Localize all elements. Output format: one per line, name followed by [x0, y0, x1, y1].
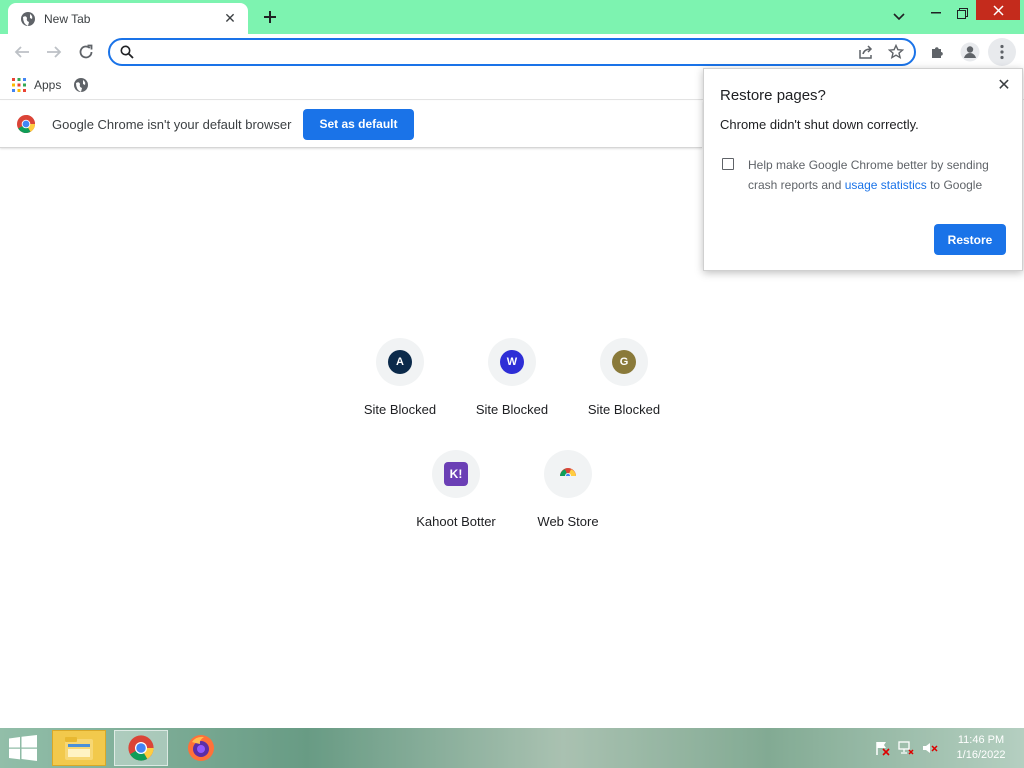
taskbar-clock[interactable]: 11:46 PM 1/16/2022: [950, 733, 1012, 763]
windows-logo-icon: [9, 735, 37, 761]
dialog-close-icon[interactable]: ✕: [994, 75, 1014, 95]
windows-taskbar: 11:46 PM 1/16/2022: [0, 728, 1024, 768]
address-bar[interactable]: [108, 38, 916, 66]
usage-statistics-link[interactable]: usage statistics: [845, 178, 927, 192]
address-input[interactable]: [142, 42, 854, 62]
shortcut-label: Site Blocked: [587, 402, 661, 417]
search-icon: [120, 45, 134, 59]
tab-title: New Tab: [44, 11, 91, 26]
minimize-icon: [931, 12, 941, 14]
avatar-icon: [960, 42, 980, 62]
volume-muted-icon[interactable]: [920, 738, 940, 758]
minimize-button[interactable]: [924, 0, 948, 26]
bookmark-star-icon[interactable]: [884, 40, 908, 64]
action-center-flag-icon[interactable]: [872, 738, 892, 758]
menu-button[interactable]: [988, 38, 1016, 66]
default-browser-infobar: Google Chrome isn't your default browser…: [0, 101, 702, 148]
letter-a-icon: A: [388, 350, 412, 374]
back-arrow-icon: [14, 46, 29, 58]
clock-time: 11:46 PM: [957, 734, 1005, 746]
shortcut-tile[interactable]: K! Kahoot Botter: [406, 450, 506, 529]
toolbar: [0, 34, 1024, 70]
shortcut-label: Site Blocked: [475, 402, 549, 417]
taskbar-firefox[interactable]: [174, 730, 228, 766]
firefox-logo-icon: [188, 735, 214, 761]
close-window-button[interactable]: [976, 0, 1020, 20]
tab-new-tab[interactable]: New Tab ✕: [8, 3, 248, 34]
shortcut-icon-container: W: [488, 338, 536, 386]
clock-date: 1/16/2022: [956, 749, 1006, 761]
shortcut-tile[interactable]: A Site Blocked: [350, 338, 450, 417]
dialog-title: Restore pages?: [720, 87, 826, 104]
crash-report-label: Help make Google Chrome better by sendin…: [748, 155, 1008, 195]
chevron-down-icon: [893, 13, 905, 21]
shortcut-icon-container: K!: [432, 450, 480, 498]
share-icon[interactable]: [854, 40, 878, 64]
crash-report-checkbox[interactable]: [722, 158, 734, 170]
restore-pages-dialog: ✕ Restore pages? Chrome didn't shut down…: [703, 68, 1023, 271]
bookmark-globe[interactable]: [73, 77, 89, 93]
puzzle-icon: [932, 47, 943, 58]
globe-icon: [74, 77, 89, 92]
restore-button[interactable]: Restore: [934, 224, 1006, 255]
letter-w-icon: W: [500, 350, 524, 374]
taskbar-file-explorer[interactable]: [52, 730, 106, 766]
apps-grid-icon: [12, 77, 26, 92]
shortcut-icon-container: G: [600, 338, 648, 386]
shortcut-tile[interactable]: W Site Blocked: [462, 338, 562, 417]
start-button[interactable]: [6, 733, 40, 763]
bookmark-apps[interactable]: Apps: [12, 77, 62, 92]
forward-arrow-icon: [47, 46, 62, 58]
tab-close-icon[interactable]: ✕: [222, 10, 238, 27]
infobar-message: Google Chrome isn't your default browser: [52, 116, 292, 132]
globe-icon: [20, 11, 36, 27]
folder-icon: [65, 737, 93, 760]
web-store-icon: [559, 468, 577, 481]
profile-button[interactable]: [956, 38, 984, 66]
restore-window-icon: [956, 7, 968, 19]
more-vertical-icon: [1000, 44, 1004, 60]
shortcut-icon-container: [544, 450, 592, 498]
shortcut-label: Kahoot Botter: [416, 514, 496, 529]
chrome-logo-icon: [128, 735, 154, 761]
chrome-logo-icon: [17, 115, 36, 134]
network-icon[interactable]: [896, 738, 916, 758]
maximize-button[interactable]: [950, 0, 974, 26]
back-button[interactable]: [8, 38, 36, 66]
shortcut-label: Site Blocked: [363, 402, 437, 417]
forward-button[interactable]: [40, 38, 68, 66]
kahoot-icon: K!: [444, 462, 468, 486]
shortcut-tile[interactable]: Web Store: [518, 450, 618, 529]
plus-icon: [264, 11, 276, 23]
dialog-subtitle: Chrome didn't shut down correctly.: [720, 117, 919, 132]
shortcut-icon-container: A: [376, 338, 424, 386]
letter-g-icon: G: [612, 350, 636, 374]
taskbar-chrome[interactable]: [114, 730, 168, 766]
bookmark-apps-label: Apps: [34, 77, 62, 92]
tab-search-button[interactable]: [886, 4, 912, 30]
reload-icon: [79, 44, 93, 59]
shortcut-label: Web Store: [537, 514, 599, 529]
close-icon: [992, 4, 1004, 16]
set-as-default-button[interactable]: Set as default: [303, 108, 414, 140]
extensions-button[interactable]: [924, 38, 952, 66]
new-tab-button[interactable]: [258, 5, 282, 29]
tab-strip: New Tab ✕: [0, 0, 1024, 34]
reload-button[interactable]: [72, 38, 100, 66]
shortcut-tile[interactable]: G Site Blocked: [574, 338, 674, 417]
crash-report-text-after: to Google: [926, 178, 983, 192]
